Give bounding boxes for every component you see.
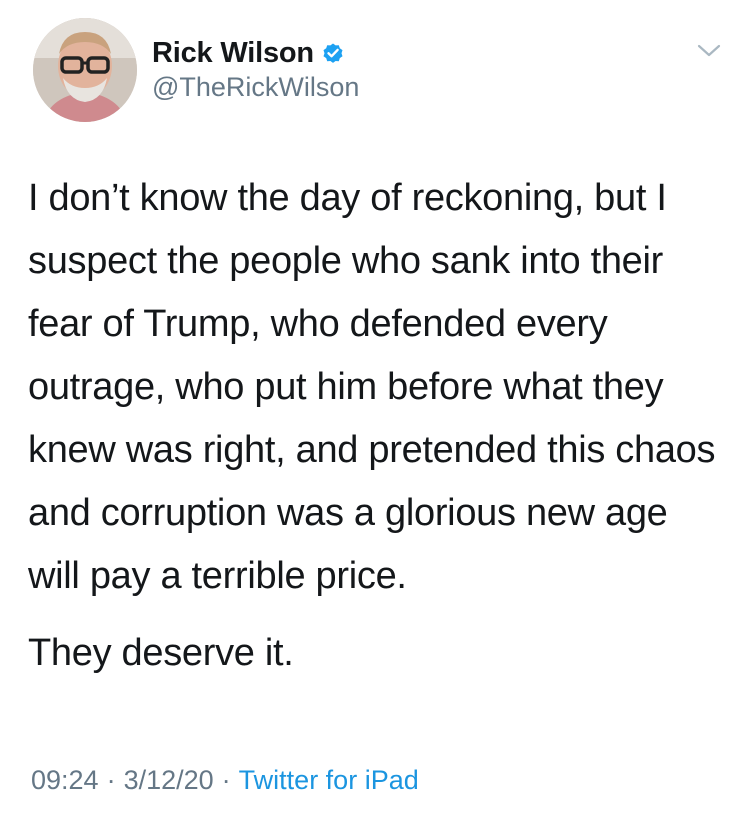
meta-separator: · [221,765,231,795]
avatar[interactable] [33,18,137,122]
author-name-row[interactable]: Rick Wilson [152,36,345,70]
tweet-text: I don’t know the day of reckoning, but I… [28,167,728,685]
tweet-meta: 09:24 · 3/12/20 · Twitter for iPad [31,765,419,796]
user-handle[interactable]: @TheRickWilson [152,72,359,103]
verified-badge-icon [321,41,345,65]
tweet-date[interactable]: 3/12/20 [124,765,214,796]
tweet-time[interactable]: 09:24 [31,765,99,796]
tweet-source-link[interactable]: Twitter for iPad [239,765,419,796]
display-name[interactable]: Rick Wilson [152,37,314,70]
meta-separator: · [106,765,116,795]
avatar-photo [33,18,137,122]
tweet-paragraph: They deserve it. [28,632,294,674]
tweet-card: Rick Wilson @TheRickWilson I don’t know … [0,0,740,819]
chevron-down-icon[interactable] [695,36,723,64]
tweet-paragraph: I don’t know the day of reckoning, but I… [28,177,716,597]
